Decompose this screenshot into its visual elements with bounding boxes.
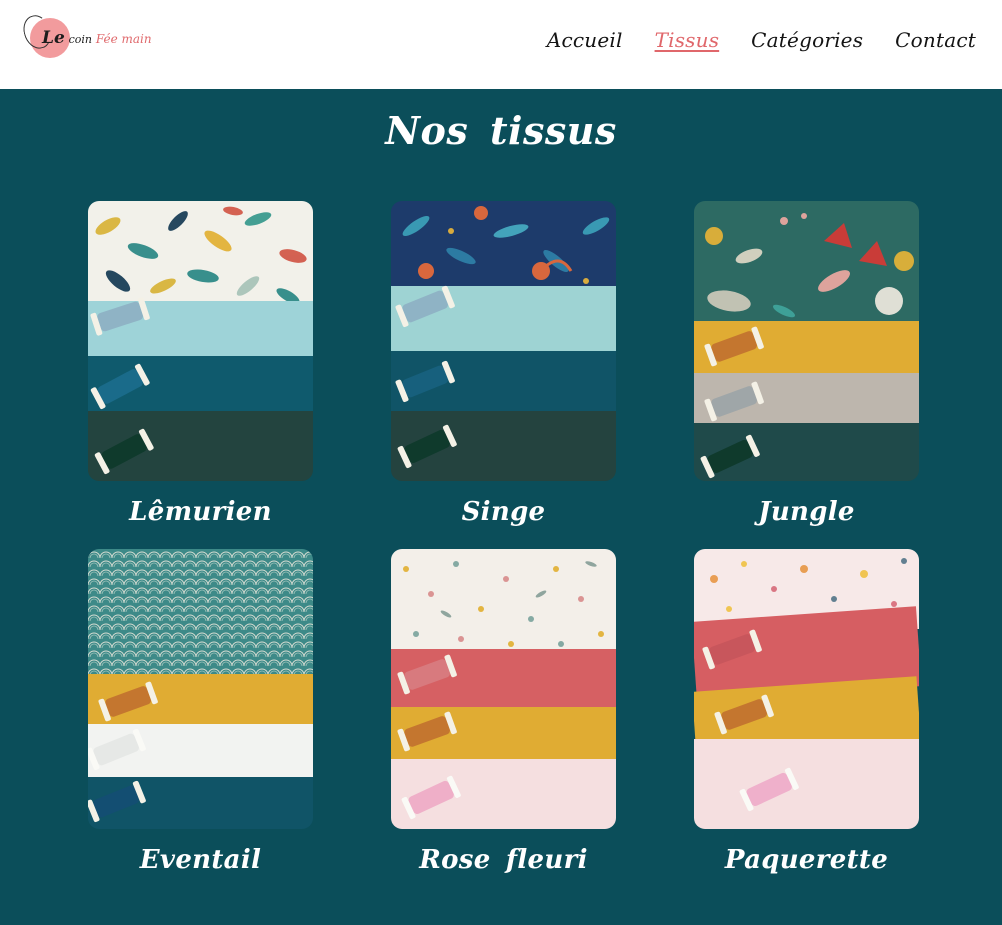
fabric-image-eventail[interactable] — [88, 549, 313, 829]
logo-text: Le coin Fée main — [42, 28, 152, 48]
fabric-image-singe[interactable] — [391, 201, 616, 481]
fabric-card-jungle[interactable]: Jungle — [694, 201, 919, 527]
fabric-card-singe[interactable]: Singe — [391, 201, 616, 527]
fabric-name[interactable]: Paquerette — [654, 845, 959, 875]
fabric-card-eventail[interactable]: Eventail — [88, 549, 313, 875]
nav-item-tissus[interactable]: Tissus — [655, 28, 720, 52]
page-title: Nos tissus — [385, 108, 617, 153]
fabric-image-paquerette[interactable] — [694, 549, 919, 829]
fabric-name[interactable]: Jungle — [654, 497, 959, 527]
fabric-image-lemurien[interactable] — [88, 201, 313, 481]
fabric-card-lemurien[interactable]: Lêmurien — [88, 201, 313, 527]
nav-item-accueil[interactable]: Accueil — [547, 28, 623, 52]
fabric-card-rose-fleuri[interactable]: Rose fleuri — [391, 549, 616, 875]
site-logo[interactable]: Le coin Fée main — [20, 12, 180, 68]
fabric-name[interactable]: Lêmurien — [48, 497, 353, 527]
fabric-card-paquerette[interactable]: Paquerette — [694, 549, 919, 875]
nav-item-contact[interactable]: Contact — [895, 28, 976, 52]
nav-item-categories[interactable]: Catégories — [751, 28, 863, 52]
logo-coin: coin — [68, 33, 92, 46]
fabric-image-rose-fleuri[interactable] — [391, 549, 616, 829]
main-nav: Accueil Tissus Catégories Contact — [547, 28, 976, 52]
site-header: Le coin Fée main Accueil Tissus Catégori… — [0, 0, 1002, 89]
fabric-name[interactable]: Eventail — [48, 845, 353, 875]
logo-le: Le — [42, 28, 65, 48]
fabric-name[interactable]: Rose fleuri — [351, 845, 656, 875]
fabric-image-jungle[interactable] — [694, 201, 919, 481]
logo-fee-main: Fée main — [95, 32, 152, 46]
fabric-name[interactable]: Singe — [351, 497, 656, 527]
